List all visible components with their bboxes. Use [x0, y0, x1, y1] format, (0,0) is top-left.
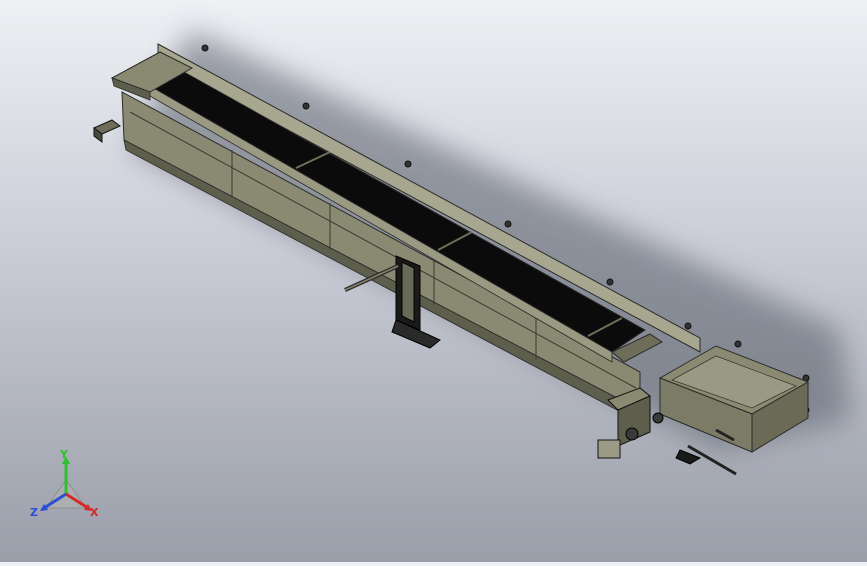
conveyor-model[interactable]	[0, 0, 867, 562]
view-triad[interactable]: Y X Z	[28, 448, 106, 524]
triad-label-y: Y	[59, 450, 69, 461]
cad-viewport[interactable]: Y X Z	[0, 0, 867, 562]
triad-label-z: Z	[30, 506, 38, 519]
triad-label-x: X	[90, 506, 99, 519]
triad-graphic: Y X Z	[30, 448, 99, 519]
